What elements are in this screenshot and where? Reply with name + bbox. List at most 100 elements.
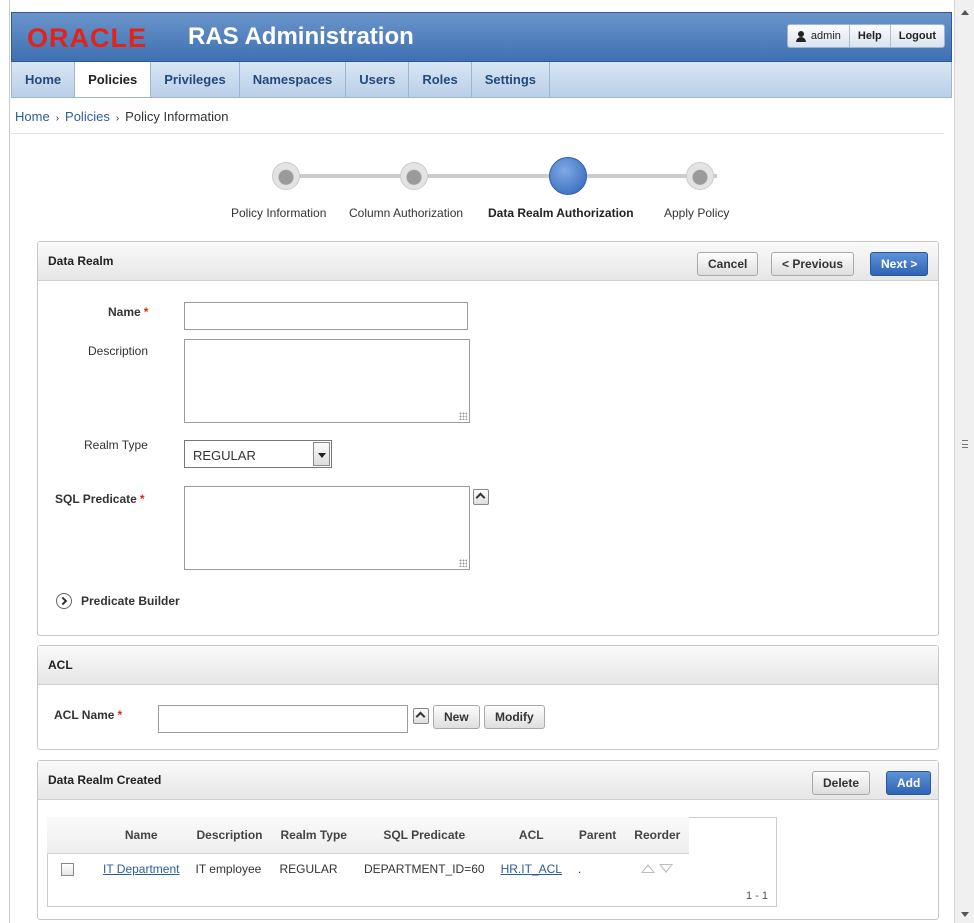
realm-type-value: REGULAR: [193, 448, 256, 463]
previous-button[interactable]: < Previous: [771, 252, 855, 276]
acl-name-label-text: ACL Name: [54, 708, 115, 722]
required-mark: *: [143, 305, 149, 319]
wizard-step-dot: [272, 162, 300, 190]
app-header: ORACLE RAS Administration admin Help Log…: [11, 12, 952, 62]
pagination: 1 - 1: [745, 890, 768, 902]
predicate-builder-toggle[interactable]: Predicate Builder: [81, 594, 180, 608]
acl-panel: ACL ACL Name * New Modify: [37, 645, 939, 750]
breadcrumb-policies[interactable]: Policies: [65, 109, 110, 124]
wizard-train: Policy Information Column Authorization …: [11, 134, 952, 228]
parent-cell: .: [577, 861, 582, 876]
name-cell: IT Department: [95, 853, 187, 884]
tab-settings[interactable]: Settings: [472, 62, 551, 97]
breadcrumb-separator: ›: [115, 113, 120, 124]
acl-panel-header: ACL: [38, 646, 938, 685]
tab-roles[interactable]: Roles: [409, 62, 472, 97]
column-header[interactable]: Parent: [569, 817, 626, 854]
wizard-step-dot: [686, 162, 714, 190]
app-title: RAS Administration: [188, 23, 414, 50]
column-header[interactable]: SQL Predicate: [355, 817, 493, 854]
data-realm-panel: Data Realm Cancel < Previous Next > Name…: [37, 241, 939, 636]
tab-home[interactable]: Home: [12, 62, 76, 97]
realm-name-link[interactable]: IT Department: [103, 862, 179, 876]
column-header[interactable]: ACL: [492, 817, 570, 854]
realm-type-label: Realm Type: [84, 438, 148, 452]
breadcrumb-separator: ›: [55, 113, 60, 124]
column-header[interactable]: Description: [187, 817, 272, 854]
user-name: admin: [810, 30, 841, 42]
wizard-step-dot: [400, 162, 428, 190]
expand-editor-icon[interactable]: [473, 489, 489, 505]
scroll-down-icon[interactable]: [961, 912, 969, 917]
column-header[interactable]: Reorder: [625, 817, 690, 854]
acl-link[interactable]: HR.IT_ACL: [501, 862, 562, 876]
description-label: Description: [88, 344, 149, 358]
user-toolbar: admin Help Logout: [786, 24, 945, 48]
reorder-cell: [625, 853, 689, 884]
move-up-icon[interactable]: [641, 863, 656, 873]
scroll-grip-icon[interactable]: [962, 440, 968, 448]
panel-title: ACL: [48, 658, 73, 672]
breadcrumb-home[interactable]: Home: [15, 109, 50, 124]
next-button[interactable]: Next >: [870, 252, 929, 276]
realm-type-select[interactable]: REGULAR: [184, 440, 332, 468]
sql-predicate-textarea[interactable]: [184, 486, 470, 570]
required-mark: *: [139, 492, 145, 506]
row-checkbox[interactable]: [61, 862, 74, 876]
sql-predicate-label: SQL Predicate *: [55, 492, 145, 506]
oracle-logo: ORACLE: [27, 23, 147, 53]
new-acl-button[interactable]: New: [433, 705, 480, 729]
acl-name-input[interactable]: [158, 705, 408, 733]
user-icon: [795, 30, 806, 42]
data-realm-panel-header: Data Realm Cancel < Previous Next >: [38, 242, 938, 281]
tab-policies[interactable]: Policies: [75, 62, 152, 97]
row-select-cell: [47, 853, 95, 884]
breadcrumb: Home › Policies › Policy Information: [11, 98, 944, 134]
name-input[interactable]: [184, 302, 468, 330]
dropdown-arrow-icon[interactable]: [313, 442, 330, 466]
data-realm-created-panel: Data Realm Created Delete Add 1 - 1 Name…: [37, 760, 939, 920]
description-cell: IT employee: [195, 861, 262, 876]
wizard-current-step-dot: [549, 157, 587, 195]
vertical-scrollbar[interactable]: [954, 0, 974, 923]
move-down-icon[interactable]: [659, 863, 674, 873]
acl-name-label: ACL Name *: [54, 708, 122, 722]
panel-title: Data Realm: [48, 254, 114, 268]
app-container: ORACLE RAS Administration admin Help Log…: [11, 12, 952, 228]
resize-grip-icon[interactable]: [459, 412, 467, 420]
wizard-step-label: Policy Information: [231, 206, 327, 220]
reorder-controls: [641, 863, 674, 873]
expand-chevron-icon[interactable]: [56, 593, 72, 609]
tab-namespaces[interactable]: Namespaces: [240, 62, 347, 97]
scroll-up-icon[interactable]: [961, 10, 969, 15]
description-textarea[interactable]: [184, 339, 470, 423]
panel-title: Data Realm Created: [48, 773, 162, 787]
tab-users[interactable]: Users: [346, 62, 410, 97]
breadcrumb-current: Policy Information: [125, 109, 229, 124]
sql-predicate-cell: DEPARTMENT_ID=60: [363, 861, 485, 876]
data-realm-table: Name Description Realm Type SQL Predicat…: [47, 817, 690, 884]
required-mark: *: [117, 708, 123, 722]
logout-link[interactable]: Logout: [889, 25, 944, 47]
acl-cell: HR.IT_ACL: [493, 853, 570, 884]
cancel-button[interactable]: Cancel: [697, 252, 759, 276]
column-header[interactable]: Name: [95, 817, 188, 854]
delete-button[interactable]: Delete: [812, 771, 871, 795]
name-label: Name *: [108, 305, 148, 319]
user-menu[interactable]: admin: [788, 25, 849, 47]
window-frame-left: [0, 0, 10, 923]
wizard-step-label: Column Authorization: [349, 206, 464, 220]
add-button[interactable]: Add: [886, 771, 932, 795]
acl-lookup-icon[interactable]: [413, 708, 429, 724]
wizard-step-label: Apply Policy: [664, 206, 730, 220]
table-row: IT Department IT employee REGULAR DEPART…: [47, 853, 689, 884]
tab-privileges[interactable]: Privileges: [151, 62, 240, 97]
realm-type-cell: REGULAR: [279, 861, 338, 876]
modify-acl-button[interactable]: Modify: [484, 705, 545, 729]
help-link[interactable]: Help: [848, 25, 890, 47]
column-header[interactable]: Realm Type: [271, 817, 356, 854]
resize-grip-icon[interactable]: [459, 559, 467, 567]
data-realm-created-header: Data Realm Created Delete Add: [38, 761, 938, 800]
table-header-row: Name Description Realm Type SQL Predicat…: [47, 817, 690, 854]
name-label-text: Name: [108, 305, 141, 319]
